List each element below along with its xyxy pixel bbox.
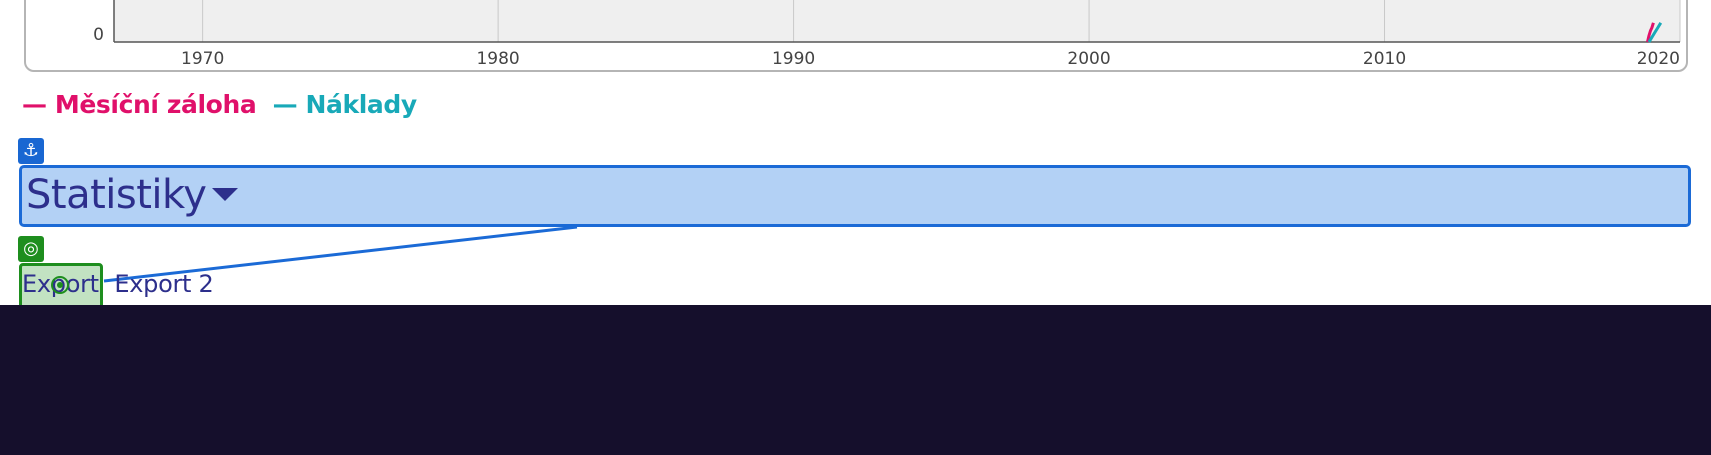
page: 1970 1980 1990 2000 2010 2020 0 — Měsíční zálo… — [0, 0, 1711, 455]
target-icon: ◎ — [18, 236, 44, 262]
legend-item-naklady: — Náklady — [272, 90, 418, 119]
y-tick-label: 0 — [93, 25, 104, 45]
x-tick-label: 1970 — [181, 49, 224, 69]
x-tick-label: 2010 — [1363, 49, 1406, 69]
page-footer — [0, 305, 1711, 455]
statistics-section-header[interactable]: Statistiky — [19, 165, 1691, 227]
chart-panel: 1970 1980 1990 2000 2010 2020 0 — [24, 0, 1688, 72]
caret-down-icon[interactable] — [212, 188, 238, 201]
chart-legend: — Měsíční záloha — Náklady — [22, 90, 425, 119]
statistics-title: Statistiky — [26, 172, 207, 218]
anchor-icon: ⚓ — [18, 138, 44, 164]
legend-item-mesicni-zaloha: — Měsíční záloha — [22, 90, 257, 119]
crosshair-target-icon — [51, 276, 69, 294]
plot-area — [114, 0, 1680, 42]
x-tick-label: 1980 — [476, 49, 519, 69]
x-tick-label: 2000 — [1067, 49, 1110, 69]
line-chart: 1970 1980 1990 2000 2010 2020 0 — [93, 0, 1681, 69]
x-tick-label: 1990 — [772, 49, 815, 69]
tab-export-2[interactable]: Export 2 — [114, 270, 213, 298]
x-tick-label: 2020 — [1637, 49, 1680, 69]
